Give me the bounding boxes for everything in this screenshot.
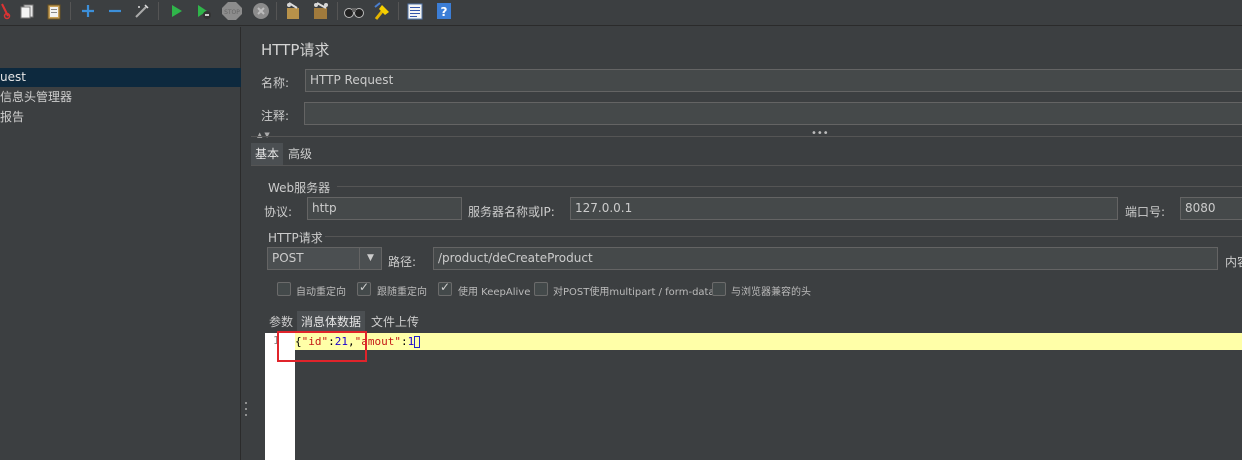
tab-parameters[interactable]: 参数 xyxy=(265,311,297,333)
paste-icon[interactable] xyxy=(43,1,65,21)
function-helper-icon[interactable] xyxy=(404,1,426,21)
config-tabs: 基本 高级 xyxy=(251,143,1242,165)
tree-item-report[interactable]: 报告 xyxy=(0,108,241,127)
method-value: POST xyxy=(272,251,304,265)
text-cursor xyxy=(414,336,421,348)
test-plan-tree: uest 信息头管理器 报告 xyxy=(0,27,241,460)
page-title: HTTP请求 xyxy=(261,41,330,59)
help-icon[interactable]: ? xyxy=(433,1,455,21)
splitter-grip-icon xyxy=(244,402,248,416)
http-request-panel: HTTP请求 名称: HTTP Request 注释: ▲▼ ••• 基本 高级… xyxy=(251,27,1242,460)
start-icon[interactable] xyxy=(165,1,187,21)
stop-icon[interactable]: STOP xyxy=(221,1,243,21)
protocol-label: 协议: xyxy=(264,205,293,219)
web-server-group-label: Web服务器 xyxy=(268,181,331,195)
follow-redirect-label: 跟随重定向 xyxy=(377,287,427,298)
stop-icon-label: STOP xyxy=(224,9,240,16)
port-field[interactable]: 8080 xyxy=(1180,197,1242,220)
reset-search-icon[interactable] xyxy=(371,1,393,21)
divider-handle-icon[interactable]: ••• xyxy=(811,128,829,139)
tab-file-upload[interactable]: 文件上传 xyxy=(367,311,423,333)
multipart-label: 对POST使用multipart / form-data xyxy=(553,287,715,298)
tab-basic[interactable]: 基本 xyxy=(251,143,284,165)
add-icon[interactable] xyxy=(77,1,99,21)
comment-field[interactable] xyxy=(304,102,1242,125)
auto-redirect-label: 自动重定向 xyxy=(296,287,346,298)
toolbar: STOP ? xyxy=(0,0,1242,26)
browser-headers-checkbox[interactable] xyxy=(712,282,726,296)
body-data-editor[interactable]: 1 {"id":21,"amout":1 xyxy=(265,333,1242,460)
port-label: 端口号: xyxy=(1125,205,1166,219)
name-label: 名称: xyxy=(261,76,290,90)
server-field[interactable]: 127.0.0.1 xyxy=(570,197,1118,220)
path-label: 路径: xyxy=(388,255,417,269)
method-select[interactable]: POST ▼ xyxy=(267,247,382,270)
tree-item-header-manager[interactable]: 信息头管理器 xyxy=(0,88,241,107)
content-encoding-label: 内容 xyxy=(1225,255,1242,269)
chevron-down-icon: ▼ xyxy=(359,248,381,269)
auto-redirect-checkbox[interactable] xyxy=(277,282,291,296)
name-field[interactable]: HTTP Request xyxy=(305,69,1242,92)
code-line[interactable]: {"id":21,"amout":1 xyxy=(295,333,1242,350)
search-icon[interactable] xyxy=(343,1,365,21)
json-colon: : xyxy=(400,335,408,348)
svg-text:?: ? xyxy=(441,5,448,19)
json-value-amout: 1 xyxy=(407,335,415,348)
panel-splitter[interactable] xyxy=(241,27,251,460)
server-label: 服务器名称或IP: xyxy=(468,205,555,219)
tree-item-label: uest xyxy=(0,70,26,84)
browser-headers-label: 与浏览器兼容的头 xyxy=(731,287,811,298)
keepalive-label: 使用 KeepAlive xyxy=(458,287,531,298)
highlight-box xyxy=(277,331,367,362)
clear-all-icon[interactable] xyxy=(310,1,332,21)
tree-item-label: 信息头管理器 xyxy=(0,90,73,104)
path-field[interactable]: /product/deCreateProduct xyxy=(433,247,1218,270)
browse-icon[interactable] xyxy=(131,1,153,21)
tab-advanced[interactable]: 高级 xyxy=(284,143,316,165)
remove-icon[interactable] xyxy=(104,1,126,21)
comment-label: 注释: xyxy=(261,109,290,123)
tab-body-data[interactable]: 消息体数据 xyxy=(297,311,366,333)
shutdown-icon[interactable] xyxy=(250,1,272,21)
http-request-group-label: HTTP请求 xyxy=(268,231,323,245)
keepalive-checkbox[interactable] xyxy=(438,280,452,296)
cut-icon[interactable] xyxy=(0,1,14,21)
follow-redirect-checkbox[interactable] xyxy=(357,280,371,296)
multipart-checkbox[interactable] xyxy=(534,282,548,296)
tree-item-label: 报告 xyxy=(0,110,25,124)
protocol-field[interactable]: http xyxy=(307,197,462,220)
options-row: 自动重定向 跟随重定向 使用 KeepAlive 对POST使用multipar… xyxy=(251,280,1242,299)
copy-icon[interactable] xyxy=(16,1,38,21)
clear-icon[interactable] xyxy=(282,1,304,21)
body-tabs: 参数 消息体数据 文件上传 xyxy=(265,311,1242,333)
tree-item-http-request[interactable]: uest xyxy=(0,68,241,87)
collapse-arrows-icon[interactable]: ▲▼ xyxy=(257,131,272,139)
start-no-pause-icon[interactable] xyxy=(192,1,214,21)
